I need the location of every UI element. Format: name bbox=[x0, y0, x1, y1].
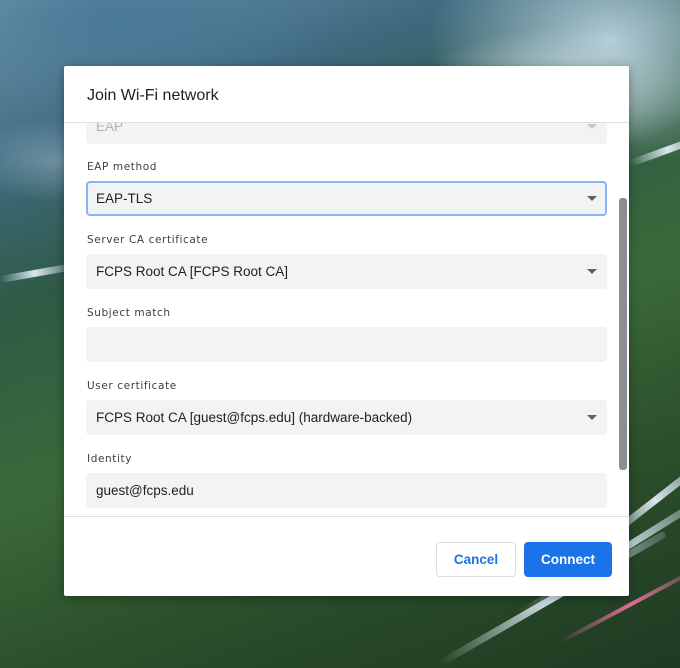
eap-method-select[interactable]: EAP-TLS bbox=[86, 181, 607, 216]
user-certificate-label: User certificate bbox=[87, 380, 177, 392]
eap-method-value: EAP-TLS bbox=[96, 191, 153, 206]
dialog-scrollbar[interactable] bbox=[619, 198, 627, 470]
security-select: EAP bbox=[86, 123, 607, 144]
security-value: EAP bbox=[96, 123, 124, 134]
footer-divider bbox=[64, 516, 629, 517]
chevron-down-icon bbox=[587, 269, 597, 274]
server-ca-select[interactable]: FCPS Root CA [FCPS Root CA] bbox=[86, 254, 607, 289]
eap-method-label: EAP method bbox=[87, 161, 158, 173]
join-wifi-dialog: Join Wi-Fi network EAP EAP method EAP-TL… bbox=[64, 66, 629, 596]
subject-match-input[interactable] bbox=[86, 327, 607, 362]
identity-input[interactable]: guest@fcps.edu bbox=[86, 473, 607, 508]
server-ca-label: Server CA certificate bbox=[87, 234, 209, 246]
chevron-down-icon bbox=[587, 124, 597, 129]
chevron-down-icon bbox=[587, 196, 597, 201]
connect-button[interactable]: Connect bbox=[524, 542, 612, 577]
chevron-down-icon bbox=[587, 415, 597, 420]
identity-label: Identity bbox=[87, 453, 133, 465]
cancel-button[interactable]: Cancel bbox=[436, 542, 516, 577]
dialog-title: Join Wi-Fi network bbox=[87, 87, 219, 104]
subject-match-label: Subject match bbox=[87, 307, 171, 319]
server-ca-value: FCPS Root CA [FCPS Root CA] bbox=[96, 264, 289, 279]
user-certificate-select[interactable]: FCPS Root CA [guest@fcps.edu] (hardware-… bbox=[86, 400, 607, 435]
identity-value: guest@fcps.edu bbox=[96, 483, 194, 498]
dialog-scroll-region[interactable]: EAP EAP method EAP-TLS Server CA certifi… bbox=[64, 123, 629, 516]
user-certificate-value: FCPS Root CA [guest@fcps.edu] (hardware-… bbox=[96, 410, 413, 425]
